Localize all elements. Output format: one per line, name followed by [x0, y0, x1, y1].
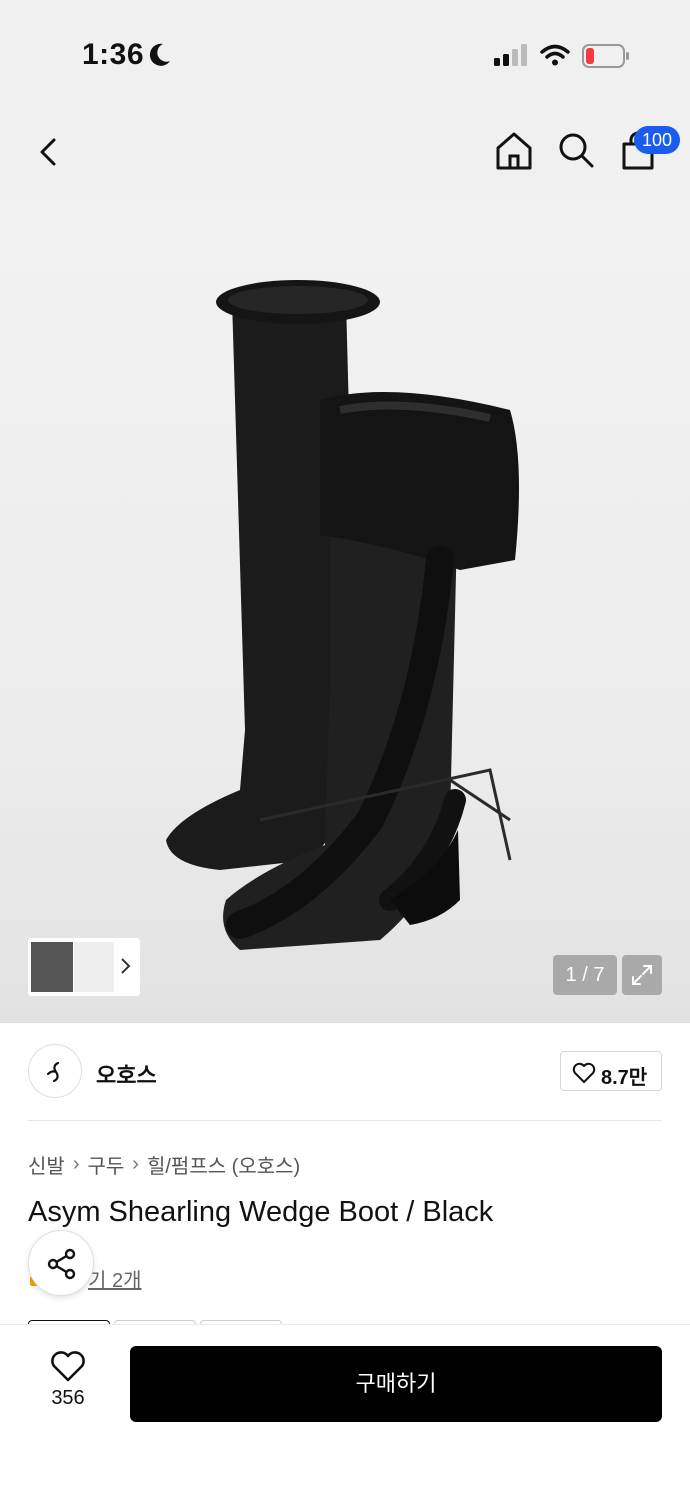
thumbnail-strip[interactable]: [28, 938, 140, 996]
breadcrumb-item[interactable]: 구두: [87, 1150, 124, 1179]
product-image-gallery[interactable]: 1 / 7: [0, 200, 690, 1023]
chevron-right-icon: ›: [72, 1153, 80, 1175]
thumbnail-image[interactable]: [31, 942, 73, 992]
chevron-right-icon: ›: [132, 1153, 139, 1175]
brand-like-count: 8.7만: [601, 1067, 648, 1089]
buy-button[interactable]: 구매하기: [130, 1346, 662, 1422]
status-time: 1:36: [82, 38, 145, 71]
breadcrumb: 신발 › 구두 › 힐/펌프스 (오호스): [28, 1150, 300, 1179]
heart-icon: [572, 1062, 596, 1083]
divider: [28, 1120, 662, 1121]
review-link[interactable]: 기 2개: [88, 1264, 141, 1293]
wifi-icon: [540, 44, 570, 66]
home-icon[interactable]: [494, 130, 534, 172]
product-image: [166, 280, 519, 950]
heart-icon: [51, 1351, 85, 1382]
brand-row: 오호스 8.7만: [28, 1044, 662, 1100]
breadcrumb-item[interactable]: 힐/펌프스 (오호스): [147, 1150, 300, 1179]
image-pager: 1 / 7: [553, 955, 617, 995]
thumbnail-image[interactable]: [74, 942, 114, 992]
expand-icon: [632, 965, 652, 985]
chevron-right-icon: [121, 958, 131, 974]
back-chevron-icon[interactable]: [30, 132, 70, 172]
status-bar: 1:36: [0, 0, 690, 110]
brand-logo[interactable]: [28, 1044, 82, 1098]
top-navigation: 100: [0, 110, 690, 200]
product-title: Asym Shearling Wedge Boot / Black: [28, 1196, 494, 1228]
expand-button[interactable]: [622, 955, 662, 995]
brand-like-button[interactable]: 8.7만: [560, 1051, 662, 1091]
brand-logo-icon: [46, 1061, 60, 1083]
share-icon: [47, 1248, 76, 1280]
cart-count-badge: 100: [634, 126, 680, 154]
wish-count: 356: [51, 1387, 85, 1409]
moon-icon: [149, 43, 170, 66]
brand-name[interactable]: 오호스: [96, 1058, 157, 1090]
breadcrumb-item[interactable]: 신발: [28, 1150, 65, 1179]
share-button[interactable]: [28, 1230, 94, 1296]
battery-icon: [582, 44, 629, 68]
signal-icon: [494, 44, 527, 66]
search-icon[interactable]: [556, 130, 596, 170]
bottom-action-bar: 356 구매하기: [0, 1324, 690, 1500]
wish-button[interactable]: 356: [28, 1351, 108, 1415]
